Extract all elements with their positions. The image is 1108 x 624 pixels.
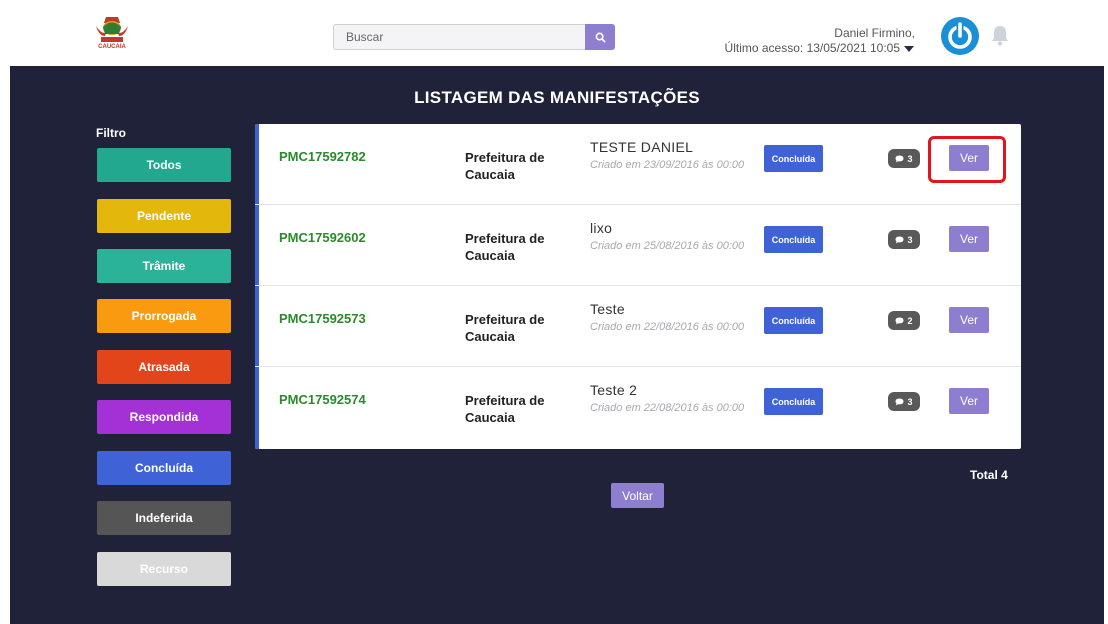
filter-concluida-button[interactable]: Concluída (97, 451, 231, 485)
view-button[interactable]: Ver (949, 388, 989, 414)
filter-atrasada-button[interactable]: Atrasada (97, 350, 231, 384)
comments-badge: 3 (888, 392, 920, 411)
list-item: PMC17592573 Prefeitura de Caucaia Teste … (255, 286, 1021, 367)
organization-name: Prefeitura de Caucaia (465, 231, 545, 263)
organization-name: Prefeitura de Caucaia (465, 312, 545, 344)
subject-title: lixo (590, 220, 613, 236)
created-date: Criado em 23/09/2016 às 00:00 (590, 159, 745, 171)
filter-indeferida-button[interactable]: Indeferida (97, 501, 231, 535)
comments-badge: 2 (888, 311, 920, 330)
notifications-bell-icon[interactable] (990, 24, 1010, 46)
logout-button[interactable] (940, 16, 980, 56)
view-button[interactable]: Ver (949, 145, 989, 171)
status-badge: Concluída (764, 388, 823, 415)
comment-icon (895, 235, 904, 244)
status-badge: Concluída (764, 307, 823, 334)
manifestations-list: PMC17592782 Prefeitura de Caucaia TESTE … (255, 124, 1021, 449)
comment-count: 3 (907, 396, 913, 407)
created-date: Criado em 22/08/2016 às 00:00 (590, 321, 745, 333)
search-button[interactable] (585, 24, 615, 50)
status-badge: Concluída (764, 145, 823, 172)
protocol-number[interactable]: PMC17592573 (279, 311, 366, 326)
comment-icon (895, 316, 904, 325)
filter-recurso-button[interactable]: Recurso (97, 552, 231, 586)
user-menu[interactable]: Daniel Firmino, Último acesso: 13/05/202… (725, 26, 915, 56)
filter-tramite-button[interactable]: Trâmite (97, 249, 231, 283)
comments-badge: 3 (888, 230, 920, 249)
list-item: PMC17592782 Prefeitura de Caucaia TESTE … (255, 124, 1021, 205)
comment-count: 3 (907, 234, 913, 245)
subject-title: Teste 2 (590, 382, 638, 398)
top-header: CAUCAIA Daniel Firmino, Último acesso: 1… (0, 0, 1108, 66)
search-icon (595, 32, 605, 42)
page-title: LISTAGEM DAS MANIFESTAÇÕES (414, 88, 700, 107)
search-input[interactable] (333, 24, 585, 50)
list-item: PMC17592574 Prefeitura de Caucaia Teste … (255, 367, 1021, 448)
filter-respondida-button[interactable]: Respondida (97, 400, 231, 434)
created-date: Criado em 22/08/2016 às 00:00 (590, 402, 745, 414)
organization-name: Prefeitura de Caucaia (465, 150, 545, 182)
comment-count: 2 (907, 315, 913, 326)
protocol-number[interactable]: PMC17592602 (279, 230, 366, 245)
subject-title: Teste (590, 301, 625, 317)
user-name: Daniel Firmino, (834, 26, 915, 40)
protocol-number[interactable]: PMC17592574 (279, 392, 366, 407)
created-date: Criado em 25/08/2016 às 00:00 (590, 240, 745, 252)
page: CAUCAIA Daniel Firmino, Último acesso: 1… (0, 0, 1108, 624)
power-icon (941, 17, 979, 55)
last-access: Último acesso: 13/05/2021 10:05 (724, 41, 900, 55)
total-count: Total 4 (970, 468, 1008, 482)
comment-count: 3 (907, 153, 913, 164)
city-logo[interactable]: CAUCAIA (92, 14, 132, 50)
protocol-number[interactable]: PMC17592782 (279, 149, 366, 164)
comment-icon (895, 397, 904, 406)
subject-title: TESTE DANIEL (590, 139, 694, 155)
list-item: PMC17592602 Prefeitura de Caucaia lixo C… (255, 205, 1021, 286)
view-button[interactable]: Ver (949, 226, 989, 252)
search-bar (333, 24, 615, 50)
comments-badge: 3 (888, 149, 920, 168)
filter-todos-button[interactable]: Todos (97, 148, 231, 182)
organization-name: Prefeitura de Caucaia (465, 393, 545, 425)
filter-pendente-button[interactable]: Pendente (97, 199, 231, 233)
view-button[interactable]: Ver (949, 307, 989, 333)
comment-icon (895, 154, 904, 163)
back-button[interactable]: Voltar (611, 483, 664, 508)
status-badge: Concluída (764, 226, 823, 253)
filter-prorrogada-button[interactable]: Prorrogada (97, 299, 231, 333)
main-content: LISTAGEM DAS MANIFESTAÇÕES Filtro Todos … (10, 66, 1104, 624)
filter-label: Filtro (96, 126, 126, 140)
caret-down-icon (904, 45, 914, 52)
logo-text: CAUCAIA (98, 44, 126, 50)
